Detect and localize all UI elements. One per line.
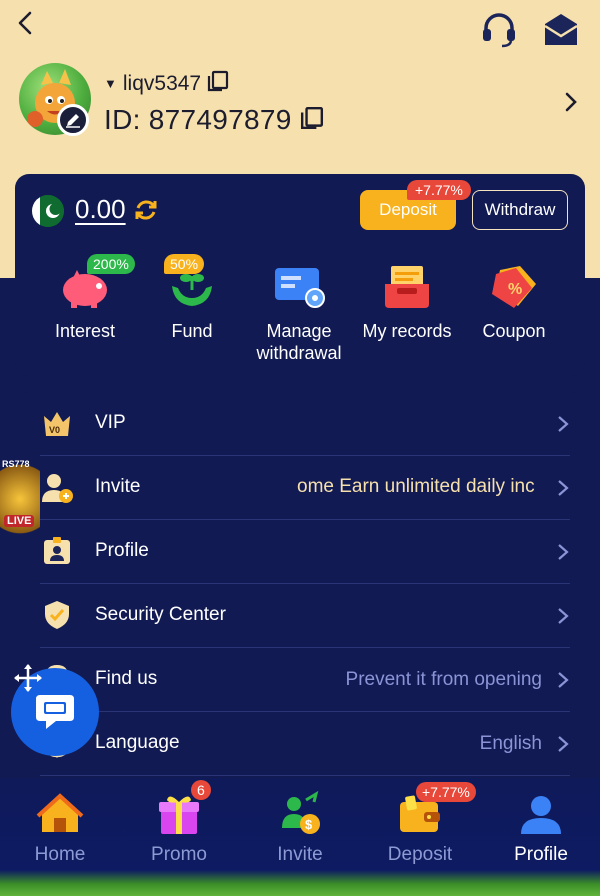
menu-label-invite: Invite [95,476,141,497]
user-id-row: ID: 877497879 [104,104,324,136]
nav-promo[interactable]: 6 Promo [124,780,234,866]
menu-label-profile: Profile [95,540,149,561]
nav-home-label: Home [34,844,86,865]
drag-move-icon[interactable] [12,662,44,694]
nav-promo-label: Promo [151,844,207,865]
nav-profile[interactable]: Profile [486,790,596,866]
svg-text:$: $ [305,817,313,832]
invite-user-icon [40,470,74,504]
nav-deposit[interactable]: +7.77% Deposit [365,782,476,866]
quick-action-coupon[interactable]: % Coupon [464,256,564,342]
chevron-right-icon [556,606,570,626]
promo-count-badge: 6 [191,780,211,800]
chevron-right-icon[interactable] [560,88,582,116]
interest-badge: 200% [87,254,135,274]
nav-deposit-label: Deposit [387,844,453,865]
coupon-tag-icon: % [486,256,542,312]
language-value: English [479,733,542,754]
quick-action-my-records[interactable]: My records [357,256,457,342]
svg-text:V0: V0 [49,425,60,435]
caret-down-icon[interactable]: ▼ [104,76,117,91]
menu-label-find-us: Find us [95,668,158,689]
manage-withdrawal-label: Manage withdrawal [256,321,342,363]
chevron-right-icon [556,478,570,498]
interest-label: Interest [54,321,116,341]
deposit-bonus-nav-badge: +7.77% [416,782,476,802]
menu-item-find-us[interactable]: Find us Prevent it from opening [40,648,570,712]
piggy-bank-icon: 200% [57,254,135,312]
chevron-right-icon [556,670,570,690]
edit-avatar-icon[interactable] [57,104,89,136]
username-row: ▼ liqv5347 [104,70,229,97]
pakistan-flag-icon [32,195,64,227]
menu-item-profile[interactable]: Profile [40,520,570,584]
menu-item-security-center[interactable]: Security Center [40,584,570,648]
invite-money-icon: $ [276,790,324,838]
fund-badge: 50% [164,254,205,274]
quick-action-interest[interactable]: 200% Interest [35,254,135,342]
svg-text:%: % [508,281,522,298]
settings-menu: V0 VIP Invite ome Earn unlimited daily i… [15,392,585,812]
home-icon [36,790,84,838]
live-brand-text: RS778 [2,459,30,469]
live-casino-badge[interactable]: RS778 LIVE [0,455,40,543]
hands-plant-icon: 50% [164,254,220,312]
back-arrow-icon[interactable] [12,8,42,38]
username: liqv5347 [122,71,202,95]
user-id: ID: 877497879 [104,104,292,135]
wallet-icon: +7.77% [396,782,476,838]
chevron-right-icon [556,542,570,562]
mail-icon[interactable] [542,12,580,48]
gift-icon: 6 [155,780,211,838]
balance-amount[interactable]: 0.00 [75,194,126,225]
live-text: LIVE [4,515,35,527]
fund-label: Fund [171,321,213,341]
nav-home[interactable]: Home [5,790,115,866]
find-us-value: Prevent it from opening [345,669,542,690]
headset-icon[interactable] [480,10,518,48]
menu-label-vip: VIP [95,412,126,433]
invite-marquee-text: ome Earn unlimited daily inc [297,476,535,497]
chevron-right-icon [556,734,570,754]
menu-label-language: Language [95,732,180,753]
deposit-bonus-badge: +7.77% [407,180,471,200]
menu-item-invite[interactable]: Invite ome Earn unlimited daily inc [40,456,570,520]
menu-item-vip[interactable]: V0 VIP [40,392,570,456]
coupon-label: Coupon [482,321,546,341]
copy-id-icon[interactable] [300,106,324,135]
refresh-icon[interactable] [132,196,160,224]
quick-action-manage-withdrawal[interactable]: Manage withdrawal [249,256,349,364]
quick-action-fund[interactable]: 50% Fund [142,254,242,342]
card-gear-icon [271,256,327,312]
shield-check-icon [40,598,74,632]
my-records-label: My records [362,321,452,341]
copy-icon[interactable] [207,70,229,97]
id-card-icon [40,534,74,568]
records-tray-icon [379,256,435,312]
menu-label-security-center: Security Center [95,604,226,625]
nav-invite-label: Invite [277,844,323,865]
nav-invite[interactable]: $ Invite [245,790,355,866]
withdraw-button[interactable]: Withdraw [472,190,568,230]
nav-profile-label: Profile [514,844,568,865]
vip-crown-icon: V0 [40,406,74,440]
profile-icon [517,790,565,838]
chat-bubble-icon [36,695,74,729]
chevron-right-icon [556,414,570,434]
menu-item-language[interactable]: Language English [40,712,570,776]
